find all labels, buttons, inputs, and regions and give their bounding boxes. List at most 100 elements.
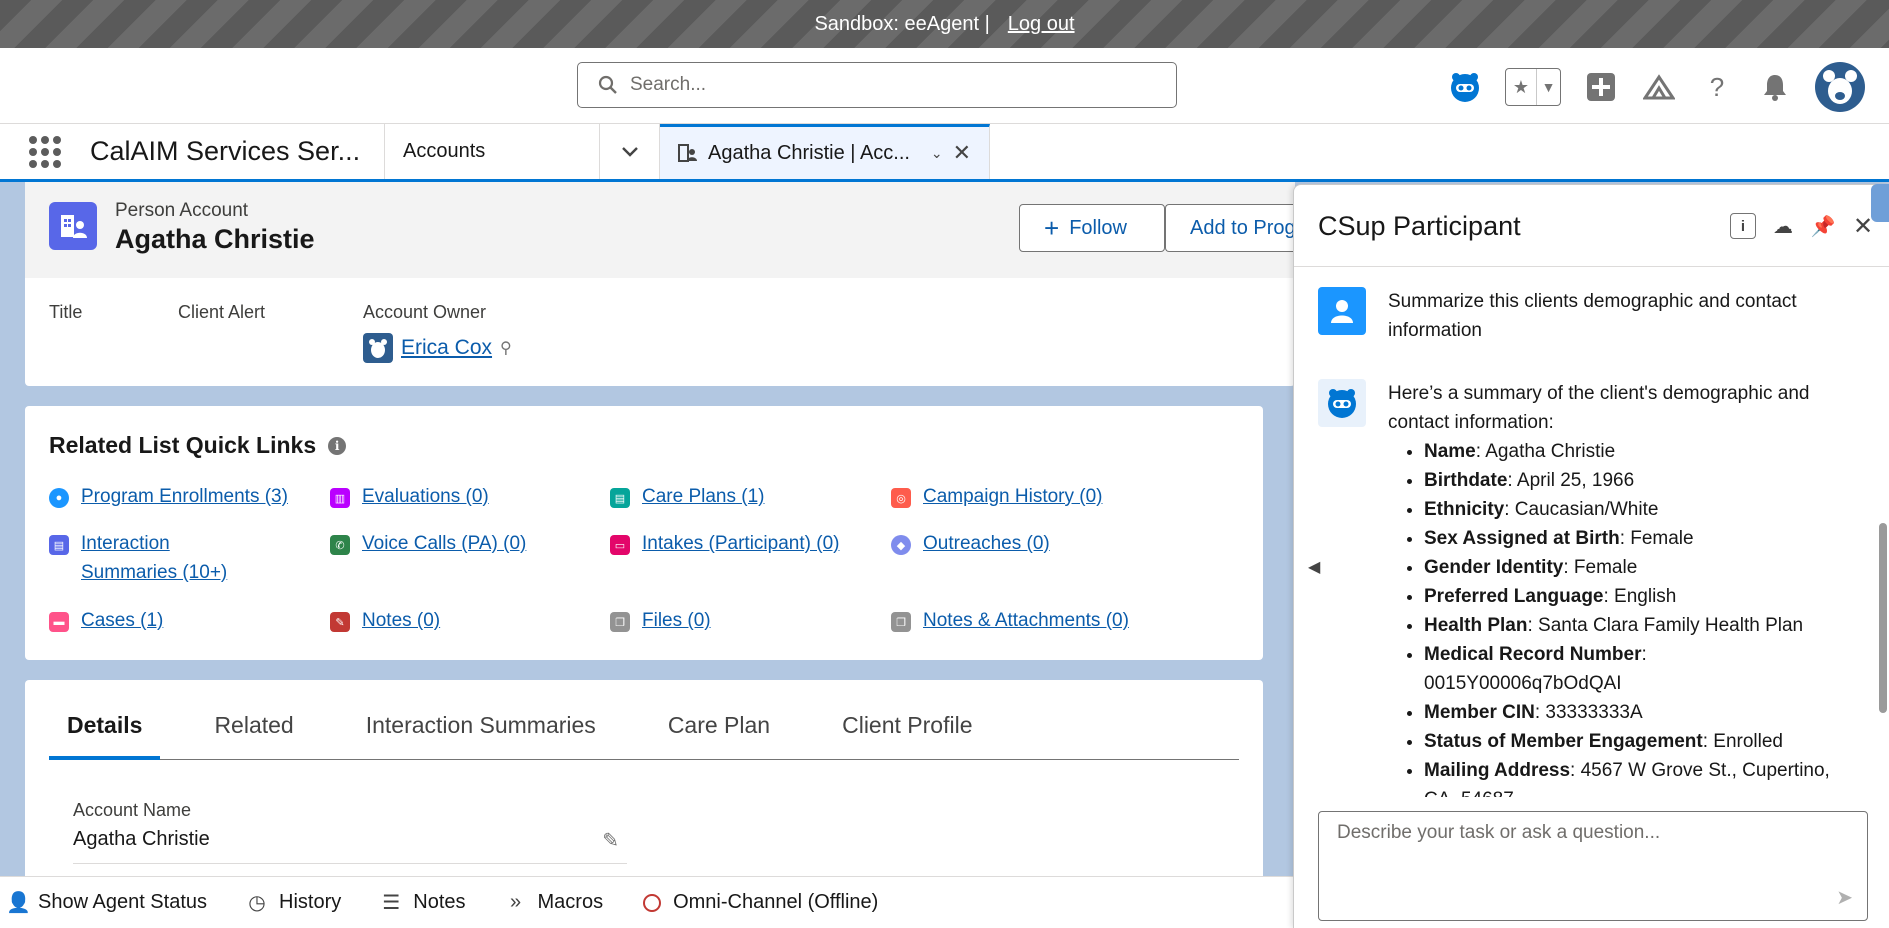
quick-link-notes-attachments[interactable]: ❐ Notes & Attachments (0) — [891, 610, 1129, 635]
account-owner-label: Account Owner — [363, 302, 487, 322]
quick-link-program-enrollments[interactable]: ● Program Enrollments (3) — [49, 486, 288, 511]
notes-icon: ✎ — [330, 612, 350, 632]
notes-label: Notes — [413, 891, 466, 913]
tab-agatha-christie[interactable]: Agatha Christie | Acc... ⌄ ✕ — [660, 124, 990, 179]
quick-link-cases[interactable]: ▬ Cases (1) — [49, 610, 163, 635]
add-to-program-label: Add to Prog — [1190, 216, 1295, 239]
notifications-bell-icon[interactable] — [1757, 69, 1793, 105]
user-message: Summarize this clients demographic and c… — [1318, 287, 1848, 345]
quick-link-evaluations[interactable]: ▥ Evaluations (0) — [330, 486, 489, 511]
global-header: Search... ★ ▼ ? — [0, 48, 1889, 124]
quick-link-notes[interactable]: ✎ Notes (0) — [330, 610, 440, 635]
list-item: Preferred Language: English — [1424, 582, 1848, 611]
evaluations-icon: ▥ — [330, 488, 350, 508]
info-icon[interactable]: i — [328, 436, 347, 455]
macros-button[interactable]: » Macros — [486, 891, 624, 914]
add-to-program-button[interactable]: Add to Prog — [1165, 204, 1295, 252]
edit-pencil-icon[interactable]: ✎ — [602, 828, 619, 863]
omni-channel-button[interactable]: Omni-Channel (Offline) — [623, 891, 898, 914]
record-type: Person Account — [115, 200, 249, 221]
plus-icon: + — [1044, 212, 1060, 243]
nav-item-accounts[interactable]: Accounts — [385, 124, 600, 179]
follow-label: Follow — [1069, 216, 1127, 239]
agent-prompt-input[interactable]: Describe your task or ask a question... … — [1318, 811, 1868, 921]
phone-icon: ✆ — [330, 535, 350, 555]
notes-button[interactable]: ☰ Notes — [361, 890, 485, 915]
star-icon[interactable]: ★ — [1506, 69, 1536, 105]
global-actions-icon[interactable] — [1583, 69, 1619, 105]
global-search-input[interactable]: Search... — [577, 62, 1177, 108]
agent-intro-text: Here’s a summary of the client's demogra… — [1388, 383, 1810, 433]
tab-related[interactable]: Related — [196, 710, 311, 760]
offline-status-icon — [643, 893, 662, 912]
tab-care-plan[interactable]: Care Plan — [650, 710, 788, 760]
record-title: Agatha Christie — [115, 224, 315, 254]
change-owner-icon[interactable]: ⚲ — [500, 338, 512, 358]
pin-icon[interactable]: 📌 — [1810, 213, 1836, 239]
nav-menu-chevron-icon[interactable] — [600, 124, 660, 179]
omni-channel-label: Omni-Channel (Offline) — [673, 891, 879, 913]
logout-link[interactable]: Log out — [1008, 13, 1075, 36]
tab-details[interactable]: Details — [49, 710, 161, 760]
quick-link-campaign-history[interactable]: ◎ Campaign History (0) — [891, 486, 1103, 511]
person-account-icon — [678, 144, 697, 162]
cases-icon: ▬ — [49, 612, 69, 632]
quick-link-interaction-summaries[interactable]: ▤ Interaction Summaries (10+) — [49, 533, 299, 587]
clear-conversation-icon[interactable]: ☁ — [1770, 213, 1796, 239]
tab-interaction-summaries[interactable]: Interaction Summaries — [348, 710, 614, 760]
clock-icon: ◷ — [248, 892, 266, 914]
search-placeholder: Search... — [630, 74, 707, 95]
quick-link-voice-calls[interactable]: ✆ Voice Calls (PA) (0) — [330, 533, 526, 558]
program-enrollments-icon: ● — [49, 488, 69, 508]
agent-status-label: Show Agent Status — [38, 891, 208, 913]
user-avatar[interactable] — [1815, 62, 1865, 112]
history-button[interactable]: ◷ History — [227, 890, 361, 915]
agent-mascot-icon[interactable] — [1447, 69, 1483, 105]
user-message-text: Summarize this clients demographic and c… — [1388, 291, 1797, 341]
search-icon — [598, 75, 617, 94]
record-workspace: Person Account Agatha Christie + Follow … — [0, 182, 1295, 876]
notes-icon: ☰ — [382, 892, 401, 914]
account-owner-field: Account Owner Erica Cox ⚲ — [363, 302, 512, 363]
send-icon[interactable]: ➤ — [1836, 885, 1853, 910]
composer-placeholder: Describe your task or ask a question... — [1337, 822, 1661, 843]
app-launcher-icon[interactable] — [0, 124, 90, 179]
tab-client-profile[interactable]: Client Profile — [824, 710, 990, 760]
trailhead-icon[interactable] — [1641, 69, 1677, 105]
agent-panel: CSup Participant i ☁ 📌 ✕ Summarize this … — [1293, 184, 1889, 928]
quick-link-care-plans[interactable]: ▤ Care Plans (1) — [610, 486, 765, 511]
follow-button[interactable]: + Follow — [1019, 204, 1165, 252]
favorites-group: ★ ▼ — [1505, 68, 1561, 106]
highlights-panel: Title Client Alert Account Owner Erica C… — [25, 278, 1295, 386]
info-icon[interactable]: i — [1730, 213, 1756, 239]
navigation-bar: CalAIM Services Ser... Accounts Agatha C… — [0, 124, 1889, 182]
tab-chevron-down-icon[interactable]: ⌄ — [931, 145, 943, 162]
record-header: Person Account Agatha Christie + Follow … — [25, 182, 1295, 278]
sandbox-banner: Sandbox: eeAgent | Log out — [0, 0, 1889, 48]
quick-link-intakes[interactable]: ▭ Intakes (Participant) (0) — [610, 533, 839, 558]
quick-link-files[interactable]: ❐ Files (0) — [610, 610, 711, 635]
help-icon[interactable]: ? — [1699, 69, 1735, 105]
interaction-summaries-icon: ▤ — [49, 535, 69, 555]
details-card: Details Related Interaction Summaries Ca… — [25, 680, 1263, 876]
sandbox-label: Sandbox: eeAgent | — [814, 12, 990, 35]
macros-icon: » — [509, 891, 522, 913]
agent-status-icon: 👤 — [6, 892, 31, 914]
quick-links-title: Related List Quick Links — [49, 432, 317, 458]
outreaches-icon: ◆ — [891, 535, 911, 555]
panel-edge-handle[interactable] — [1871, 184, 1889, 222]
title-field: Title — [49, 302, 82, 323]
scrollbar-thumb[interactable] — [1879, 523, 1887, 713]
show-agent-status-button[interactable]: 👤 Show Agent Status — [6, 890, 227, 915]
quick-link-outreaches[interactable]: ◆ Outreaches (0) — [891, 533, 1050, 558]
chevron-down-icon[interactable]: ▼ — [1536, 69, 1560, 105]
list-item: Ethnicity: Caucasian/White — [1424, 495, 1848, 524]
files-icon: ❐ — [610, 612, 630, 632]
attachments-icon: ❐ — [891, 612, 911, 632]
list-item: Member CIN: 33333333A — [1424, 698, 1848, 727]
collapse-left-icon[interactable]: ◀ — [1308, 557, 1320, 577]
account-owner-link[interactable]: Erica Cox — [401, 336, 492, 360]
account-name-label: Account Name — [73, 800, 192, 820]
tab-close-icon[interactable]: ✕ — [953, 140, 971, 166]
conversation-scrollbar[interactable] — [1877, 273, 1889, 805]
